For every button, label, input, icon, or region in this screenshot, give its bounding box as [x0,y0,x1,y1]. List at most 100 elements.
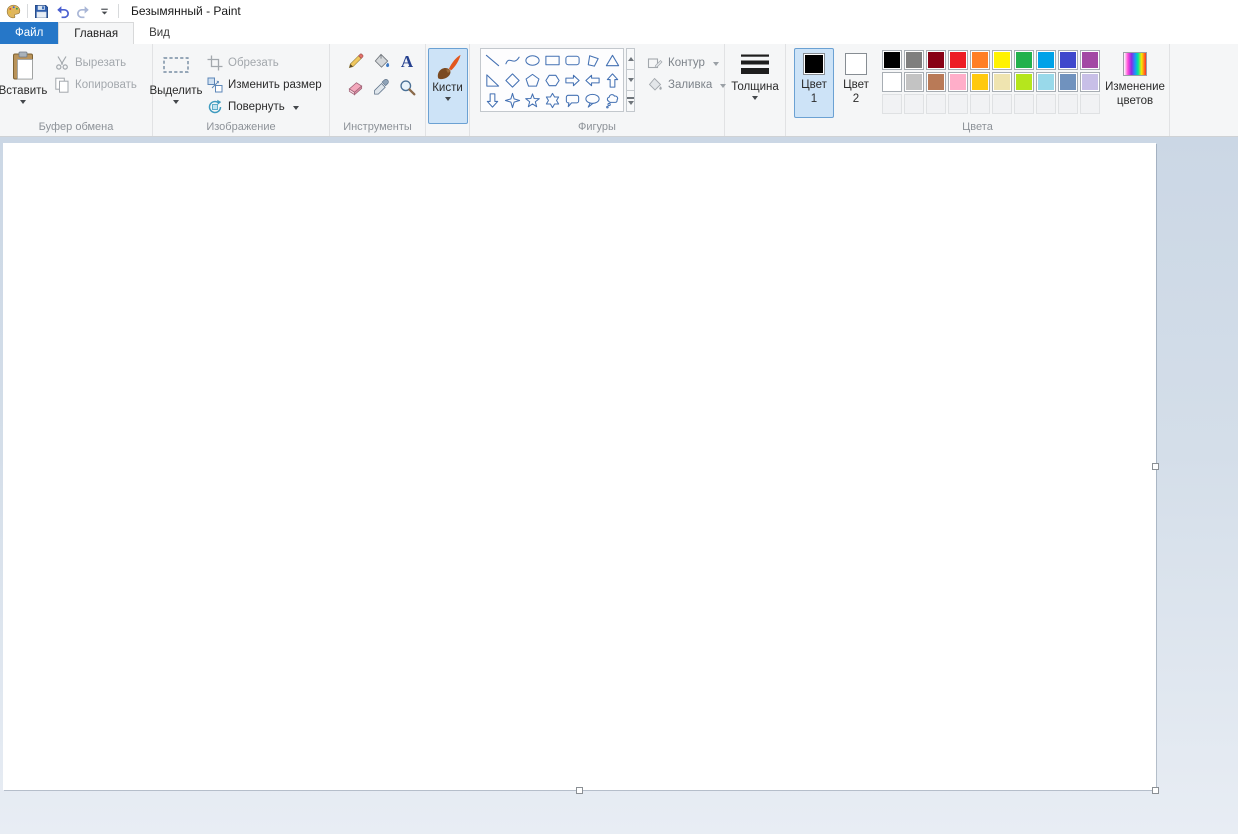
canvas-resize-handle-bottom[interactable] [576,787,583,794]
tool-text[interactable]: A [394,48,420,74]
shapes-grid [480,48,624,112]
group-brushes: Кисти [426,44,470,136]
palette-color-ffc90e[interactable] [970,72,990,92]
palette-color-a349a4[interactable] [1080,50,1100,70]
crop-button[interactable]: Обрезать [203,52,326,74]
paste-icon [11,51,35,81]
shape-hexagon[interactable] [542,70,562,90]
save-button[interactable] [31,2,52,21]
palette-empty-slot[interactable] [1080,94,1100,114]
palette-color-00a2e8[interactable] [1036,50,1056,70]
rainbow-palette-icon [1123,52,1147,76]
tool-fill[interactable] [368,48,394,74]
more-bar-icon [627,97,634,99]
palette-color-b5e61d[interactable] [1014,72,1034,92]
palette-empty-slot[interactable] [992,94,1012,114]
shape-rounded-callout[interactable] [562,90,582,110]
tab-view[interactable]: Вид [134,22,185,44]
tab-home[interactable]: Главная [58,22,135,44]
palette-color-22b14c[interactable] [1014,50,1034,70]
palette-empty-slot[interactable] [1058,94,1078,114]
size-button[interactable]: Толщина [727,49,783,100]
shape-oval[interactable] [522,50,542,70]
shapes-scroll-down-button[interactable] [626,69,635,91]
palette-color-ffffff[interactable] [882,72,902,92]
shape-polygon[interactable] [582,50,602,70]
color2-button[interactable]: Цвет 2 [836,48,876,118]
shape-four-point-star[interactable] [502,90,522,110]
shape-down-arrow[interactable] [482,90,502,110]
palette-empty-slot[interactable] [904,94,924,114]
shape-six-point-star[interactable] [542,90,562,110]
palette-empty-slot[interactable] [882,94,902,114]
shape-triangle[interactable] [602,50,622,70]
paste-dropdown-caret [20,100,26,104]
palette-color-3f48cc[interactable] [1058,50,1078,70]
palette-empty-slot[interactable] [1014,94,1034,114]
color1-button[interactable]: Цвет 1 [794,48,834,118]
tab-file[interactable]: Файл [0,22,59,44]
ribbon-empty-space [1170,44,1238,136]
palette-color-7f7f7f[interactable] [904,50,924,70]
shape-up-arrow[interactable] [602,70,622,90]
paint-app-icon[interactable] [3,2,24,21]
shape-rounded-rectangle[interactable] [562,50,582,70]
edit-colors-button[interactable]: Изменение цветов [1105,48,1165,109]
shape-rectangle[interactable] [542,50,562,70]
outline-button[interactable]: Контур [643,52,730,74]
tool-magnifier[interactable] [394,74,420,100]
canvas-resize-handle-corner[interactable] [1152,787,1159,794]
copy-button[interactable]: Копировать [50,74,141,96]
color2-label: Цвет 2 [843,79,869,106]
palette-color-880015[interactable] [926,50,946,70]
shape-pentagon[interactable] [522,70,542,90]
shape-curve[interactable] [502,50,522,70]
drawing-canvas[interactable] [3,143,1156,790]
customize-quick-access-button[interactable] [94,2,115,21]
shape-diamond[interactable] [502,70,522,90]
shape-five-point-star[interactable] [522,90,542,110]
palette-empty-slot[interactable] [970,94,990,114]
paste-button[interactable]: Вставить [0,48,47,104]
rotate-button[interactable]: Повернуть [203,96,326,118]
palette-color-fff200[interactable] [992,50,1012,70]
brushes-button[interactable]: Кисти [427,48,468,124]
shapes-scroll-up-button[interactable] [626,48,635,70]
redo-button[interactable] [73,2,94,21]
palette-color-c8bfe7[interactable] [1080,72,1100,92]
color1-label: Цвет 1 [801,79,827,106]
palette-empty-slot[interactable] [948,94,968,114]
shape-left-arrow[interactable] [582,70,602,90]
group-clipboard: Вставить Вырезать Копировать Буфер обмен… [0,44,153,136]
select-dropdown-caret [173,100,179,104]
palette-color-c3c3c3[interactable] [904,72,924,92]
palette-color-efe4b0[interactable] [992,72,1012,92]
shape-fill-button[interactable]: Заливка [643,74,730,96]
palette-color-b97a57[interactable] [926,72,946,92]
resize-button[interactable]: Изменить размер [203,74,326,96]
cut-button[interactable]: Вырезать [50,52,141,74]
select-button[interactable]: Выделить [149,48,203,118]
palette-color-ff7f27[interactable] [970,50,990,70]
palette-empty-slot[interactable] [926,94,946,114]
tool-pencil[interactable] [342,48,368,74]
palette-empty-slot[interactable] [1036,94,1056,114]
palette-color-7092be[interactable] [1058,72,1078,92]
palette-color-99d9ea[interactable] [1036,72,1056,92]
tool-color-picker[interactable] [368,74,394,100]
up-arrow-icon [627,57,634,61]
palette-color-000000[interactable] [882,50,902,70]
shape-cloud-callout[interactable] [602,90,622,110]
colors-group-label: Цвета [962,121,993,133]
tools-group-label: Инструменты [343,121,412,133]
shapes-more-button[interactable] [626,90,635,112]
shape-oval-callout[interactable] [582,90,602,110]
canvas-resize-handle-right[interactable] [1152,463,1159,470]
shape-right-triangle[interactable] [482,70,502,90]
tool-eraser[interactable] [342,74,368,100]
palette-color-ffaec9[interactable] [948,72,968,92]
undo-button[interactable] [52,2,73,21]
shape-line[interactable] [482,50,502,70]
shape-right-arrow[interactable] [562,70,582,90]
palette-color-ed1c24[interactable] [948,50,968,70]
